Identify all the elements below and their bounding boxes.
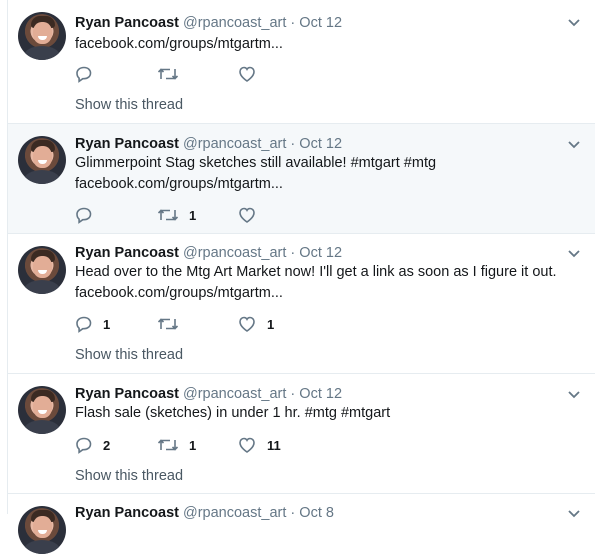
tweet-text: Head over to the Mtg Art Market now! I'l…	[75, 264, 557, 280]
tweet-header: Ryan Pancoast @rpancoast_art · Oct 12	[75, 14, 342, 32]
like-count: 1	[267, 316, 275, 332]
tweet-date[interactable]: Oct 8	[299, 505, 334, 521]
author-handle[interactable]: @rpancoast_art	[183, 386, 286, 402]
reply-count: 1	[103, 316, 111, 332]
heart-icon	[239, 437, 255, 453]
like-button[interactable]: 11	[237, 435, 281, 455]
retweet-count: 1	[189, 437, 197, 453]
like-button[interactable]	[237, 205, 267, 225]
author-name[interactable]: Ryan Pancoast	[75, 245, 179, 261]
tweet-header: Ryan Pancoast @rpancoast_art · Oct 12	[75, 135, 342, 153]
chevron-down-icon[interactable]	[567, 249, 581, 259]
retweet-icon	[157, 439, 179, 451]
tweet-header: Ryan Pancoast @rpancoast_art · Oct 12	[75, 244, 342, 262]
tweet-header: Ryan Pancoast @rpancoast_art · Oct 12	[75, 385, 342, 403]
tweet-item[interactable]: Ryan Pancoast @rpancoast_art · Oct 12 Fl…	[8, 374, 595, 494]
like-button[interactable]: 1	[237, 314, 274, 334]
tweet-date[interactable]: Oct 12	[299, 386, 342, 402]
like-count: 11	[267, 437, 281, 453]
author-name[interactable]: Ryan Pancoast	[75, 15, 179, 31]
tweet-item[interactable]: Ryan Pancoast @rpancoast_art · Oct 12 He…	[8, 234, 595, 374]
retweet-button[interactable]: 1	[157, 205, 196, 225]
author-name[interactable]: Ryan Pancoast	[75, 136, 179, 152]
tweet-link[interactable]: facebook.com/groups/mtgartm...	[75, 174, 283, 194]
tweet-item[interactable]: Ryan Pancoast @rpancoast_art · Oct 8	[8, 494, 595, 554]
tweet-item[interactable]: Ryan Pancoast @rpancoast_art · Oct 12 fa…	[8, 0, 595, 124]
avatar[interactable]	[18, 386, 66, 434]
chevron-down-icon[interactable]	[567, 509, 581, 519]
tweet-link[interactable]: facebook.com/groups/mtgartm...	[75, 283, 283, 303]
retweet-button[interactable]	[157, 314, 189, 334]
avatar[interactable]	[18, 12, 66, 60]
retweet-button[interactable]	[157, 64, 189, 84]
author-handle[interactable]: @rpancoast_art	[183, 136, 286, 152]
reply-button[interactable]: 1	[75, 314, 110, 334]
like-button[interactable]	[237, 64, 267, 84]
tweet-date[interactable]: Oct 12	[299, 245, 342, 261]
retweet-icon	[157, 209, 179, 221]
tweet-header: Ryan Pancoast @rpancoast_art · Oct 8	[75, 504, 334, 522]
retweet-icon	[157, 318, 179, 330]
chevron-down-icon[interactable]	[567, 390, 581, 400]
tweet-link[interactable]: facebook.com/groups/mtgartm...	[75, 34, 283, 54]
reply-icon	[76, 66, 92, 83]
author-name[interactable]: Ryan Pancoast	[75, 386, 179, 402]
separator-dot: ·	[290, 245, 296, 261]
avatar[interactable]	[18, 136, 66, 184]
show-thread-link[interactable]: Show this thread	[75, 97, 183, 113]
chevron-down-icon[interactable]	[567, 140, 581, 150]
retweet-count: 1	[189, 207, 197, 223]
separator-dot: ·	[290, 136, 296, 152]
heart-icon	[239, 316, 255, 332]
author-name[interactable]: Ryan Pancoast	[75, 505, 179, 521]
retweet-icon	[157, 68, 179, 80]
reply-icon	[76, 316, 92, 333]
timeline-left-border	[0, 0, 8, 514]
separator-dot: ·	[290, 505, 296, 521]
reply-button[interactable]: 2	[75, 435, 110, 455]
reply-button[interactable]	[75, 64, 103, 84]
separator-dot: ·	[290, 386, 296, 402]
tweet-text: Flash sale (sketches) in under 1 hr. #mt…	[75, 405, 391, 421]
heart-icon	[239, 207, 255, 223]
reply-icon	[76, 207, 92, 224]
retweet-button[interactable]: 1	[157, 435, 196, 455]
tweet-text: Glimmerpoint Stag sketches still availab…	[75, 155, 437, 171]
author-handle[interactable]: @rpancoast_art	[183, 505, 286, 521]
tweet-item[interactable]: Ryan Pancoast @rpancoast_art · Oct 12 Gl…	[8, 124, 595, 234]
tweet-date[interactable]: Oct 12	[299, 136, 342, 152]
avatar[interactable]	[18, 506, 66, 554]
author-handle[interactable]: @rpancoast_art	[183, 245, 286, 261]
avatar[interactable]	[18, 246, 66, 294]
show-thread-link[interactable]: Show this thread	[75, 347, 183, 363]
tweet-date[interactable]: Oct 12	[299, 15, 342, 31]
show-thread-link[interactable]: Show this thread	[75, 468, 183, 484]
chevron-down-icon[interactable]	[567, 18, 581, 28]
reply-button[interactable]	[75, 205, 103, 225]
author-handle[interactable]: @rpancoast_art	[183, 15, 286, 31]
heart-icon	[239, 66, 255, 82]
separator-dot: ·	[290, 15, 296, 31]
reply-count: 2	[103, 437, 111, 453]
reply-icon	[76, 437, 92, 454]
